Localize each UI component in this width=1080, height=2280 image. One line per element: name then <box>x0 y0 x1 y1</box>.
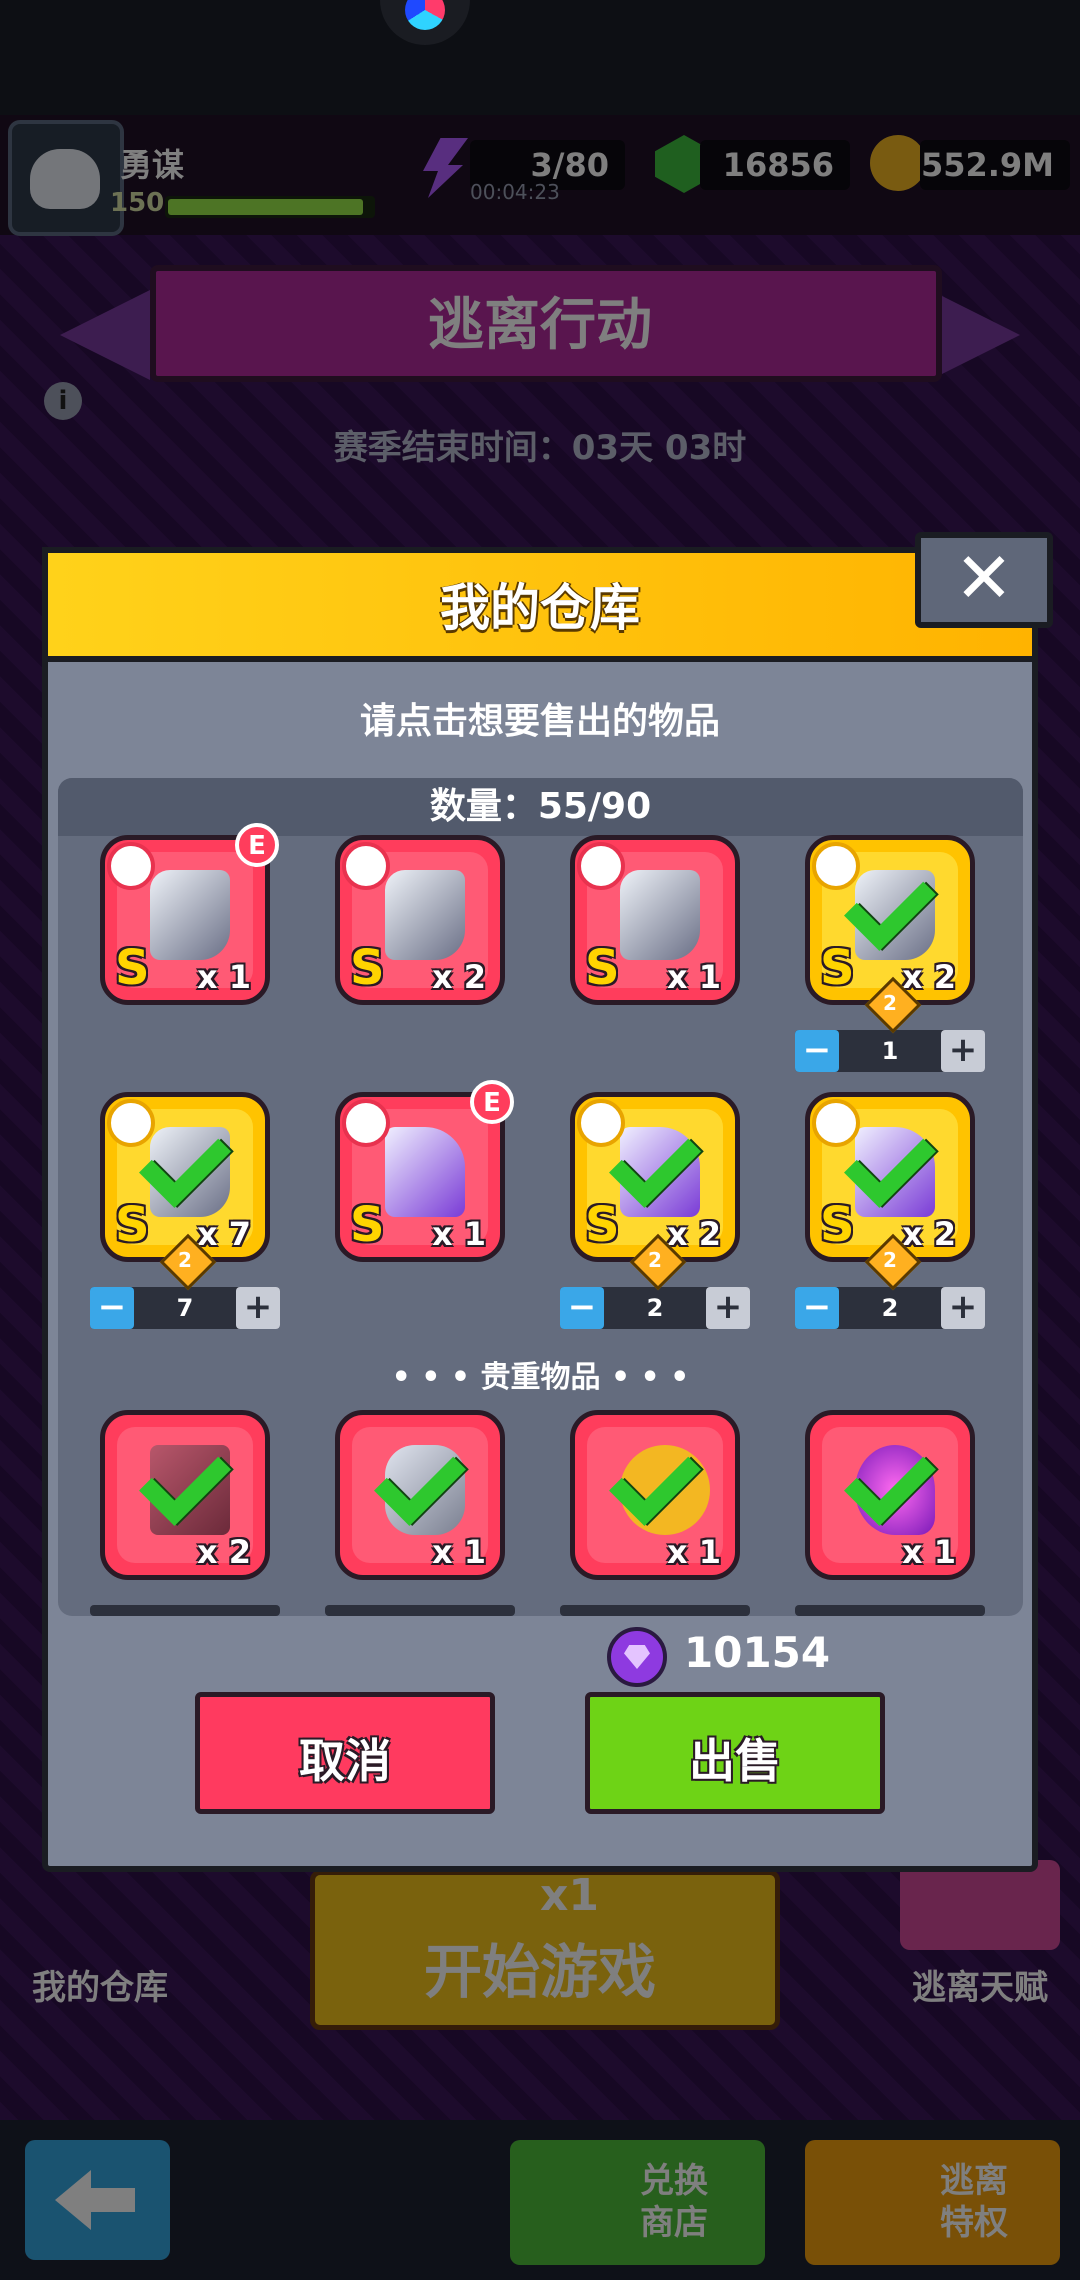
quantity-label: x 2 <box>196 1533 251 1571</box>
modal-title: 我的仓库 <box>440 579 640 637</box>
quantity-stepper: − 2 + <box>560 1287 750 1329</box>
rarity-label: S <box>115 940 150 996</box>
precious-item-card[interactable]: x 2 <box>100 1410 270 1580</box>
cancel-label: 取消 <box>299 1734 391 1788</box>
glove-slot-icon <box>107 842 155 890</box>
sell-button[interactable]: 出售 <box>585 1692 885 1814</box>
quantity-stepper: − 7 + <box>90 1287 280 1329</box>
increase-button[interactable]: + <box>706 1287 750 1329</box>
quantity-stepper <box>560 1605 750 1616</box>
decrease-button[interactable]: − <box>795 1287 839 1329</box>
sell-label: 出售 <box>689 1734 781 1788</box>
rarity-label: S <box>585 940 620 996</box>
gauntlet-icon <box>620 870 700 960</box>
glove-slot-icon <box>342 842 390 890</box>
boots-slot-icon <box>577 1099 625 1147</box>
quantity-stepper <box>90 1605 280 1616</box>
quantity-label: x 1 <box>666 1533 721 1571</box>
quantity-label: x 1 <box>196 958 251 996</box>
quantity-label: x 1 <box>431 1533 486 1571</box>
quantity-label: x 2 <box>431 958 486 996</box>
glove-slot-icon <box>577 842 625 890</box>
precious-item-card[interactable]: x 1 <box>570 1410 740 1580</box>
decrease-button[interactable]: − <box>90 1287 134 1329</box>
decrease-button[interactable]: − <box>560 1287 604 1329</box>
quantity-stepper <box>325 1605 515 1616</box>
rarity-label: S <box>115 1197 150 1253</box>
tier-level: 2 <box>883 991 897 1015</box>
quantity-label: x 1 <box>431 1215 486 1253</box>
item-count: 数量：55/90 <box>429 786 652 827</box>
gauntlet-icon <box>150 870 230 960</box>
increase-button[interactable]: + <box>236 1287 280 1329</box>
stepper-value: 2 <box>881 1294 899 1322</box>
quantity-label: x 7 <box>196 1215 251 1253</box>
purple-gem-icon <box>607 1627 667 1687</box>
increase-button[interactable]: + <box>941 1030 985 1072</box>
equipped-badge: E <box>235 823 279 867</box>
stepper-value: 1 <box>881 1037 899 1065</box>
equipped-badge: E <box>470 1080 514 1124</box>
boots-slot-icon <box>342 1099 390 1147</box>
quantity-stepper <box>795 1605 985 1616</box>
glove-slot-icon <box>107 1099 155 1147</box>
precious-item-card[interactable]: x 1 <box>335 1410 505 1580</box>
quantity-label: x 1 <box>901 1533 956 1571</box>
rarity-label: S <box>585 1197 620 1253</box>
item-card[interactable]: Sx 2 <box>335 835 505 1005</box>
stepper-value: 7 <box>176 1294 194 1322</box>
boots-icon <box>385 1127 465 1217</box>
rarity-label: S <box>820 1197 855 1253</box>
increase-button[interactable]: + <box>941 1287 985 1329</box>
decrease-button[interactable]: − <box>795 1030 839 1072</box>
boots-slot-icon <box>812 1099 860 1147</box>
precious-section-header: • • • 贵重物品 • • • <box>391 1360 690 1395</box>
rarity-label: S <box>350 1197 385 1253</box>
modal-subtitle: 请点击想要售出的物品 <box>359 701 720 742</box>
gem-total: 10154 <box>684 1628 831 1677</box>
quantity-stepper: − 1 + <box>795 1030 985 1072</box>
rarity-label: S <box>820 940 855 996</box>
tier-level: 2 <box>178 1248 192 1272</box>
precious-item-card[interactable]: x 1 <box>805 1410 975 1580</box>
cancel-button[interactable]: 取消 <box>195 1692 495 1814</box>
glove-slot-icon <box>812 842 860 890</box>
stepper-value: 2 <box>646 1294 664 1322</box>
close-icon[interactable]: ✕ <box>915 532 1053 628</box>
status-bar-area <box>0 0 1080 115</box>
quantity-label: x 2 <box>901 958 956 996</box>
quantity-label: x 2 <box>666 1215 721 1253</box>
tier-level: 2 <box>883 1248 897 1272</box>
quantity-label: x 1 <box>666 958 721 996</box>
quantity-stepper: − 2 + <box>795 1287 985 1329</box>
rarity-label: S <box>350 940 385 996</box>
gauntlet-icon <box>385 870 465 960</box>
quantity-label: x 2 <box>901 1215 956 1253</box>
tier-level: 2 <box>648 1248 662 1272</box>
item-card[interactable]: Sx 1 <box>570 835 740 1005</box>
